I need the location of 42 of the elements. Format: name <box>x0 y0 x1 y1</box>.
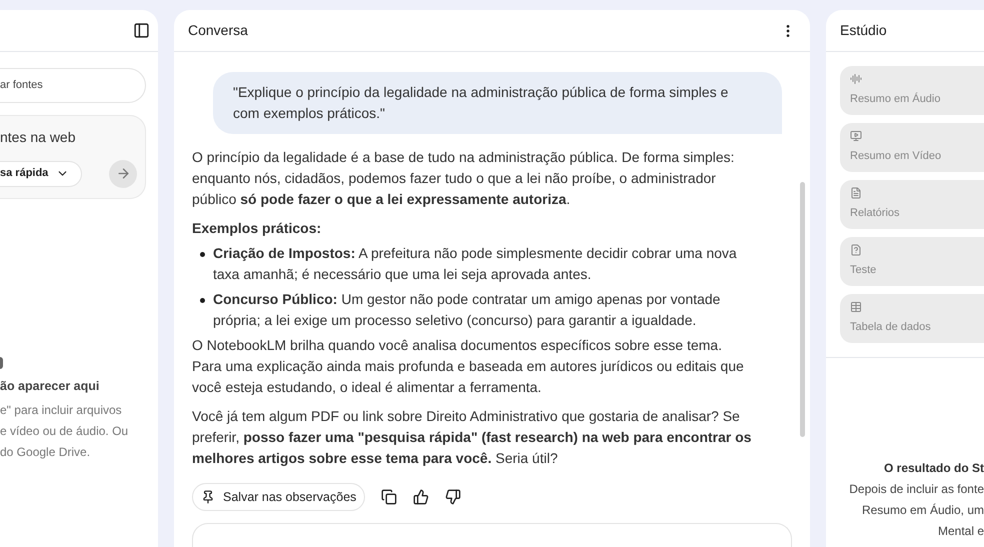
studio-tool-button[interactable]: Teste <box>840 237 984 286</box>
scrollbar-thumb[interactable] <box>800 182 805 437</box>
pin-icon <box>201 490 215 504</box>
empty-state-text: e vídeo ou de áudio. Ou <box>0 422 130 440</box>
document-icon <box>850 187 862 200</box>
empty-state-title: ão aparecer aqui <box>0 378 100 395</box>
studio-tool-button[interactable]: Resumo em Áudio <box>840 66 984 115</box>
thumbs-down-icon[interactable] <box>445 489 462 505</box>
response-paragraph: Você já tem algum PDF ou link sobre Direito Administrativo que gostaria de analisar? Se preferir, posso fazer uma "pesquisa rápida" (fast research) na web para encontrar os melhores artigos sobre esse tema para você. Seria útil? <box>192 407 752 468</box>
empty-state-icon <box>0 357 3 369</box>
user-message-bubble: "Explique o princípio da legalidade na administração pública de forma simples e com exemplos práticos." <box>213 72 782 134</box>
web-search-title: ntes na web <box>0 128 76 146</box>
arrow-right-icon <box>116 166 130 181</box>
empty-state-text: Mental e <box>938 523 984 540</box>
panel-toggle-icon[interactable] <box>133 22 150 39</box>
table-icon <box>850 301 862 314</box>
response-paragraph: O princípio da legalidade é a base de tudo na administração pública. De forma simples: enquanto nós, cidadãos, podemos fazer tudo o que a lei não proíbe, o administrador público só pode fazer o que a lei expressamente autoriza. <box>192 148 736 209</box>
empty-state-text: e" para incluir arquivos <box>0 402 123 419</box>
message-input-field[interactable] <box>192 523 792 547</box>
empty-state-text: do Google Drive. <box>0 444 92 461</box>
studio-tool-button[interactable]: Relatórios <box>840 180 984 229</box>
thumbs-up-icon[interactable] <box>413 489 430 505</box>
bullet-text: Criação de Impostos: A prefeitura não pode simplesmente decidir cobrar uma nova taxa amanhã; é necessário que uma lei seja aprovada antes. <box>213 244 738 284</box>
response-paragraph: O NotebookLM brilha quando você analisa documentos específicos sobre esse tema. Para uma explicação ainda mais profunda e baseada em autores jurídicos ou editais que você esteja estudando, o ideal é alimentar a ferramenta. <box>192 336 745 397</box>
audio-wave-icon <box>850 73 862 86</box>
search-input[interactable]: ar fontes <box>0 77 145 94</box>
empty-state-text: Depois de incluir as fonte <box>849 481 984 498</box>
video-icon <box>850 130 862 142</box>
studio-tool-button[interactable]: Resumo em Vídeo <box>840 123 984 172</box>
panel-title: Conversa <box>188 21 248 40</box>
studio-tool-button[interactable]: Tabela de dados <box>840 294 984 343</box>
submit-button[interactable] <box>109 160 137 188</box>
mode-dropdown[interactable]: sa rápida <box>0 160 82 186</box>
panel-title: Estúdio <box>840 21 887 40</box>
response-heading: Exemplos práticos: <box>192 219 322 238</box>
save-to-notes-button[interactable]: Salvar nas observações <box>192 483 366 511</box>
empty-state-title: O resultado do St <box>884 460 984 477</box>
question-card-icon <box>850 244 862 256</box>
search-field[interactable]: ar fontes <box>0 68 146 103</box>
bullet-text: Concurso Público: Um gestor não pode contratar um amigo apenas por vontade própria; a lei exige um processo seletivo (concurso) para garantir a igualdade. <box>213 290 722 330</box>
copy-icon[interactable] <box>381 489 398 505</box>
empty-state-text: Resumo em Áudio, um <box>862 502 984 519</box>
